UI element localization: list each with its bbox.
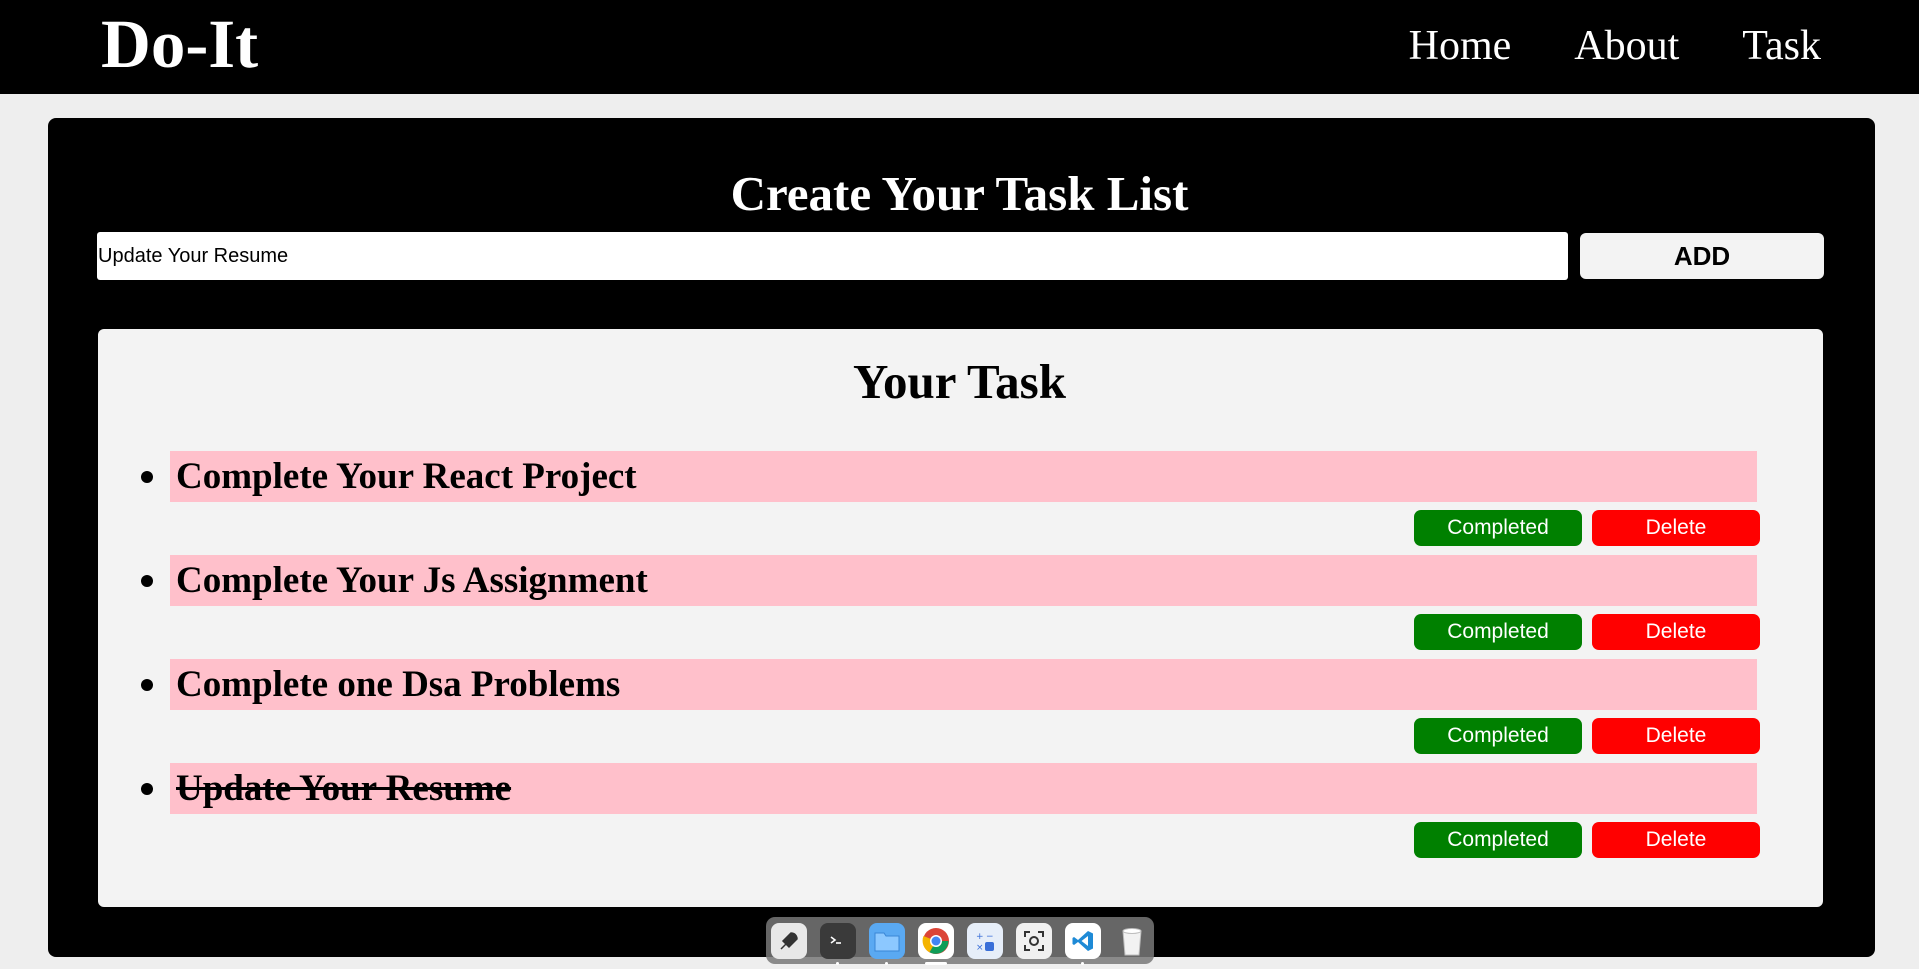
vscode-icon[interactable]: [1064, 922, 1101, 965]
navbar: Do-It Home About Task: [0, 0, 1919, 94]
task-item: Complete Your React Project: [170, 451, 1757, 502]
running-indicator: [885, 961, 888, 965]
delete-button[interactable]: Delete: [1592, 510, 1760, 546]
task-text: Complete Your React Project: [176, 456, 637, 497]
running-indicator: [1081, 961, 1084, 965]
launcher-icon[interactable]: [770, 922, 807, 959]
add-button[interactable]: ADD: [1580, 233, 1824, 279]
completed-button[interactable]: Completed: [1414, 614, 1582, 650]
delete-button[interactable]: Delete: [1592, 822, 1760, 858]
trash-icon[interactable]: [1114, 923, 1150, 959]
dock: + − ×: [766, 917, 1154, 965]
list-bullet: [141, 679, 153, 691]
running-indicator: [924, 961, 947, 965]
chrome-icon[interactable]: [917, 922, 954, 965]
delete-button[interactable]: Delete: [1592, 614, 1760, 650]
task-text: Complete one Dsa Problems: [176, 664, 621, 705]
completed-button[interactable]: Completed: [1414, 718, 1582, 754]
files-icon[interactable]: [868, 922, 905, 965]
task-input[interactable]: [97, 232, 1568, 280]
svg-text:×: ×: [976, 943, 984, 953]
brand-logo[interactable]: Do-It: [101, 2, 258, 86]
completed-button[interactable]: Completed: [1414, 510, 1582, 546]
list-bullet: [141, 471, 153, 483]
task-text: Complete Your Js Assignment: [176, 560, 648, 601]
nav-link-about[interactable]: About: [1574, 20, 1679, 72]
task-item: Complete Your Js Assignment: [170, 555, 1757, 606]
terminal-icon[interactable]: [819, 922, 856, 965]
svg-text:−: −: [986, 932, 994, 942]
nav-link-home[interactable]: Home: [1409, 20, 1512, 72]
svg-text:+: +: [976, 932, 984, 942]
running-indicator: [836, 961, 839, 965]
task-text-completed: Update Your Resume: [176, 768, 512, 809]
task-item: Update Your Resume: [170, 763, 1757, 814]
list-bullet: [141, 783, 153, 795]
create-task-title: Create Your Task List: [730, 166, 1189, 221]
list-bullet: [141, 575, 153, 587]
nav-links: Home About Task: [1409, 20, 1821, 72]
task-panel-title: Your Task: [853, 354, 1066, 409]
calculator-icon[interactable]: + − ×: [966, 922, 1003, 959]
delete-button[interactable]: Delete: [1592, 718, 1760, 754]
nav-link-task[interactable]: Task: [1742, 20, 1821, 72]
task-item: Complete one Dsa Problems: [170, 659, 1757, 710]
completed-button[interactable]: Completed: [1414, 822, 1582, 858]
screenshot-icon[interactable]: [1015, 922, 1052, 959]
